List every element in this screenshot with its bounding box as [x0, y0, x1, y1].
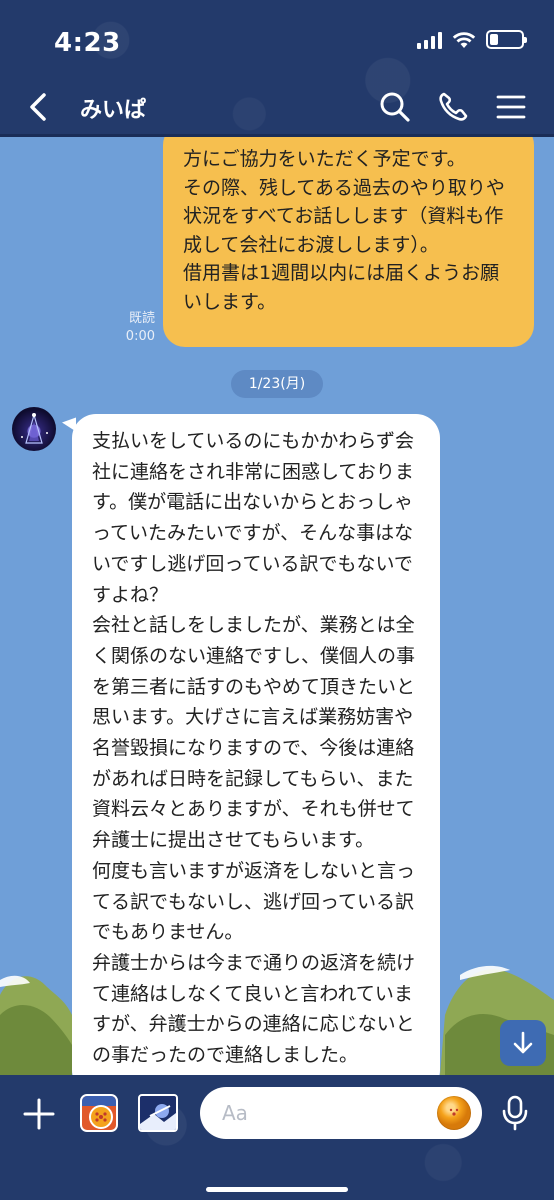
message-input-bar [0, 1075, 554, 1200]
chat-title[interactable]: みいぱ [80, 92, 146, 124]
battery-icon [486, 30, 527, 49]
plus-icon[interactable] [22, 1097, 56, 1131]
incoming-message-text: 支払いをしているのにもかかわらず会社に連絡をされ非常に困惑しております。僕が電話… [92, 430, 416, 1067]
chat-header: 4:23 みいぱ [0, 0, 554, 137]
microphone-icon[interactable] [500, 1095, 530, 1131]
sticker-icon [449, 1108, 459, 1116]
arrow-down-icon [513, 1031, 533, 1054]
sticker-button[interactable] [437, 1096, 471, 1130]
avatar[interactable] [12, 407, 56, 451]
read-label: 既読 [128, 311, 155, 326]
outgoing-message[interactable]: 方にご協力をいただく予定です。 その際、残してある過去のやり取りや状況をすべてお… [163, 137, 534, 347]
status-time: 4:23 [54, 28, 121, 58]
chat-message-area[interactable]: 方にご協力をいただく予定です。 その際、残してある過去のやり取りや状況をすべてお… [0, 137, 554, 1075]
outgoing-message-text: 方にご協力をいただく予定です。 その際、残してある過去のやり取りや状況をすべてお… [183, 148, 505, 313]
incoming-message[interactable]: 支払いをしているのにもかかわらず会社に連絡をされ非常に困惑しております。僕が電話… [72, 414, 440, 1075]
nav-bar: みいぱ [0, 82, 554, 132]
message-time: 0:00 [125, 329, 155, 344]
search-icon[interactable] [378, 90, 412, 124]
battery-level [490, 34, 498, 45]
image-icon [140, 1096, 176, 1130]
camera-icon [82, 1096, 116, 1129]
date-separator: 1/23(月) [231, 370, 323, 398]
wifi-icon [452, 31, 476, 48]
gallery-button[interactable] [138, 1094, 178, 1132]
avatar-image [21, 412, 48, 444]
home-indicator [206, 1187, 348, 1192]
scroll-to-bottom-button[interactable] [500, 1020, 546, 1066]
cellular-signal-icon [417, 31, 442, 49]
camera-button[interactable] [80, 1094, 118, 1132]
status-icons [417, 30, 527, 49]
back-chevron-icon[interactable] [22, 90, 56, 124]
menu-icon[interactable] [494, 90, 528, 124]
phone-icon[interactable] [436, 90, 470, 124]
message-read-status: 既読 0:00 [113, 310, 155, 346]
